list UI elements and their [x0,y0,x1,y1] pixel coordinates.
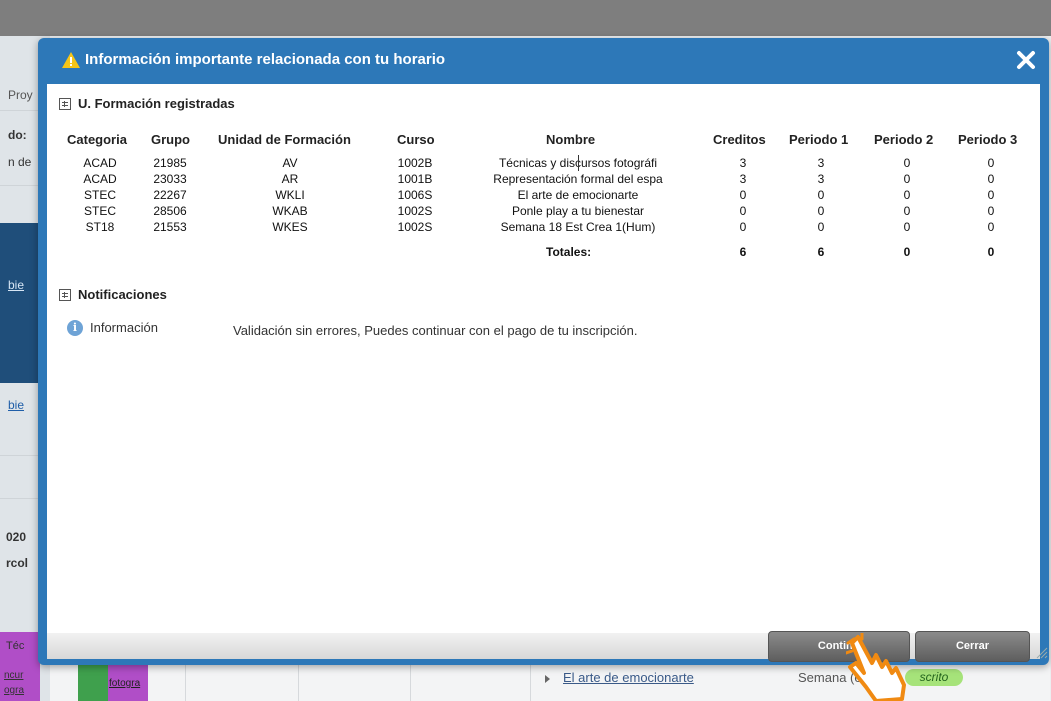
cell-unit: WKAB [272,204,308,218]
total-period-3: 0 [987,245,995,259]
dialog-header: Información importante relacionada con t… [38,38,1049,84]
cell-category: STEC [83,188,116,202]
section-title-notifications: Notificaciones [78,287,167,302]
bg-course-link[interactable]: El arte de emocionarte [563,670,694,685]
cell-period-1: 0 [817,220,825,234]
cell-group: 21985 [153,156,187,170]
total-period-2: 0 [903,245,911,259]
cell-unit: WKLI [275,188,305,202]
bg-link[interactable]: bie [8,398,24,412]
bg-fragment: Téc [6,640,25,652]
bg-fragment: fotogra [109,678,141,689]
notification-type: Información [90,320,158,335]
column-header: Periodo 2 [874,132,934,147]
table-icon [59,289,71,301]
cell-course: 1002S [397,220,433,234]
close-icon[interactable] [1015,49,1037,71]
cell-unit: WKES [272,220,308,234]
cell-period-3: 0 [987,188,995,202]
cell-name: El arte de emocionarte [517,188,639,202]
bg-fragment: ogra [4,685,25,696]
bg-fragment: rcol [6,556,29,570]
bg-event-block [78,665,108,701]
cell-group: 23033 [153,172,187,186]
expand-arrow-icon[interactable] [545,675,550,683]
cell-period-3: 0 [987,156,995,170]
cell-course: 1006S [397,188,433,202]
total-period-1: 6 [817,245,825,259]
calendar-cell-divider [410,660,411,701]
bg-fragment: ncur [4,670,24,681]
cell-credits: 0 [739,204,747,218]
column-header: Creditos [713,132,766,147]
text-cursor-icon [578,155,579,171]
cell-category: ST18 [85,220,115,234]
cell-credits: 0 [739,220,747,234]
calendar-cell-divider [530,660,531,701]
calendar-cell-divider [185,660,186,701]
cell-category: ACAD [83,172,117,186]
dialog-title: Información importante relacionada con t… [85,51,446,68]
totals-label: Totales: [546,245,592,259]
cell-period-1: 0 [817,204,825,218]
cell-name: Ponle play a tu bienestar [511,204,645,218]
cell-unit: AV [282,156,298,170]
cell-credits: 0 [739,188,747,202]
calendar-cell-divider [298,660,299,701]
cell-course: 1002B [397,156,433,170]
cell-group: 22267 [153,188,187,202]
cell-period-2: 0 [903,172,911,186]
cell-name: Representación formal del espa [493,172,663,186]
bg-fragment: do: [8,128,27,142]
hand-pointer-icon [846,633,906,701]
info-icon: i [67,320,83,336]
column-header: Categoria [67,132,127,147]
cell-credits: 3 [739,156,747,170]
column-header: Unidad de Formación [218,132,351,147]
cell-period-2: 0 [903,204,911,218]
column-header: Curso [397,132,435,147]
resize-grip-icon[interactable] [1034,645,1048,659]
cell-name: Semana 18 Est Crea 1(Hum) [500,220,656,234]
cell-group: 28506 [153,204,187,218]
cell-period-3: 0 [987,172,995,186]
cell-period-2: 0 [903,220,911,234]
column-header: Periodo 1 [789,132,849,147]
cell-category: ACAD [83,156,117,170]
close-button[interactable]: Cerrar [915,631,1030,662]
warning-icon [62,52,80,68]
column-header: Periodo 3 [958,132,1018,147]
column-header: Nombre [546,132,596,147]
cell-period-1: 3 [817,156,825,170]
column-header: Grupo [151,132,190,147]
bg-fragment: 020 [6,530,27,544]
total-credits: 6 [739,245,747,259]
cell-period-3: 0 [987,204,995,218]
cell-group: 21553 [153,220,187,234]
bg-fragment: n de [8,155,32,169]
cell-course: 1002S [397,204,433,218]
cell-category: STEC [83,204,116,218]
cell-credits: 3 [739,172,747,186]
cell-period-3: 0 [987,220,995,234]
cell-period-1: 0 [817,188,825,202]
table-icon [59,98,71,110]
top-bar [0,0,1051,36]
cell-period-2: 0 [903,188,911,202]
notification-message: Validación sin errores, Puedes continuar… [233,323,638,338]
cell-period-2: 0 [903,156,911,170]
bg-link[interactable]: bie [8,278,24,292]
cell-unit: AR [281,172,299,186]
cell-period-1: 3 [817,172,825,186]
cell-course: 1001B [397,172,433,186]
bg-fragment: Proy [8,88,33,102]
section-title-registered: U. Formación registradas [78,96,235,111]
